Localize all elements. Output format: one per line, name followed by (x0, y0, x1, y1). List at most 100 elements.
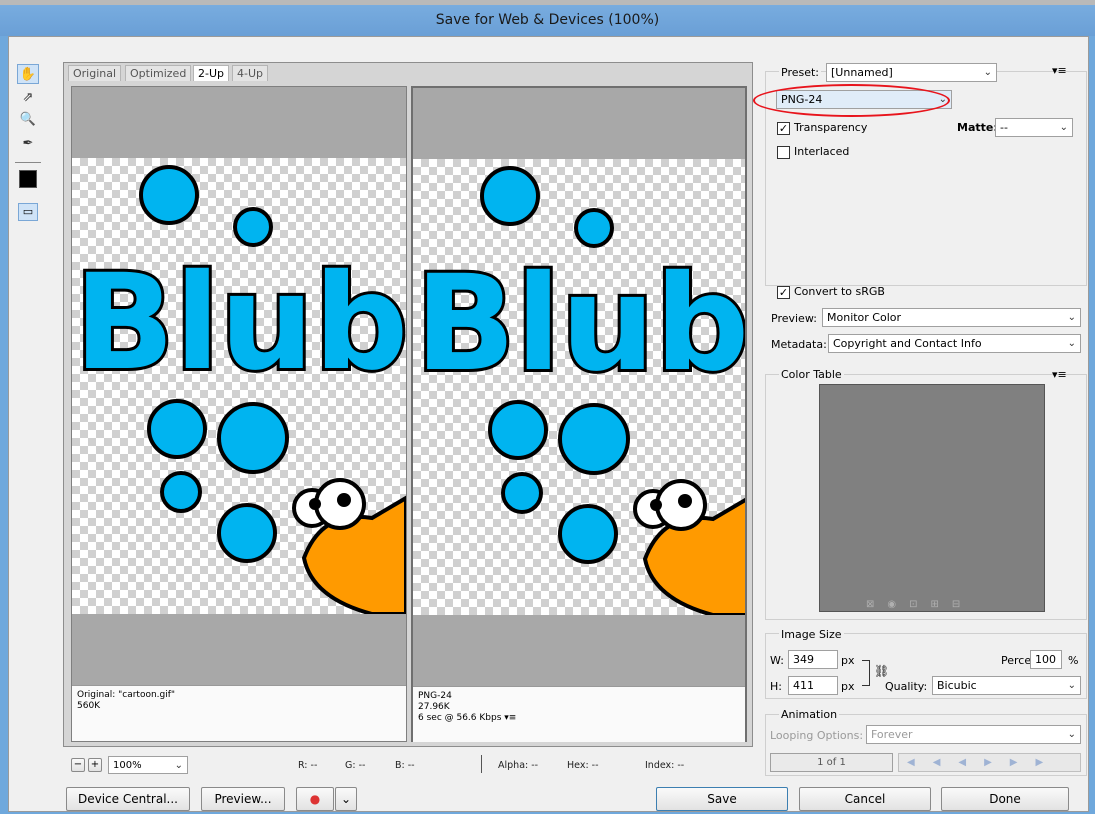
zoom-select[interactable]: 100% ⌄ (108, 756, 188, 774)
color-table (819, 384, 1045, 612)
original-filename: Original: "cartoon.gif" (77, 690, 176, 700)
blue-readout: B: -- (395, 760, 415, 771)
metadata-label: Metadata: (771, 338, 827, 351)
zoom-out-button[interactable]: − (71, 758, 85, 772)
tab-4-up[interactable]: 4-Up (232, 65, 269, 81)
looping-value: Forever (871, 728, 913, 741)
eyedropper-icon[interactable]: ✒ (17, 134, 39, 154)
original-info: Original: "cartoon.gif" 560K (72, 685, 406, 741)
width-unit: px (841, 654, 855, 667)
color-table-menu-icon[interactable]: ▾≡ (1052, 368, 1067, 381)
zoom-icon[interactable]: 🔍 (17, 110, 39, 130)
looping-select[interactable]: Forever ⌄ (866, 725, 1081, 744)
height-label: H: (770, 680, 782, 693)
convert-srgb-label: Convert to sRGB (794, 285, 885, 298)
optimized-format: PNG-24 (418, 691, 452, 701)
color-table-tool-icons[interactable]: ⊠◉⊡⊞⊟ (866, 599, 973, 610)
height-unit: px (841, 680, 855, 693)
preview-mode-label: Preview: (771, 312, 817, 325)
quality-select[interactable]: Bicubic ⌄ (932, 676, 1081, 695)
frame-counter: 1 of 1 (770, 753, 893, 772)
download-time: 6 sec @ 56.6 Kbps (418, 713, 502, 723)
preview-mode-select[interactable]: Monitor Color ⌄ (822, 308, 1081, 327)
cartoon-artwork: Blub (413, 166, 745, 615)
canvas-margin-bottom (413, 615, 745, 686)
browser-menu-chevron-icon[interactable]: ⌄ (335, 787, 357, 811)
original-preview-pane[interactable]: Blub Original: "cartoon.gif" 560K (71, 86, 407, 742)
constrain-bracket (862, 660, 870, 686)
optimized-preview-pane[interactable]: Blub PNG-24 27.96K 6 sec @ 56.6 Kbps ▾≡ (411, 86, 747, 742)
matte-select[interactable]: -- ⌄ (995, 118, 1073, 137)
canvas-margin-bottom (72, 614, 406, 685)
transparency-checkbox[interactable]: ✓ (777, 122, 790, 135)
optimized-size: 27.96K (418, 702, 450, 712)
preview-mode-value: Monitor Color (827, 311, 902, 324)
chevron-down-icon: ⌄ (1059, 122, 1068, 133)
status-divider (481, 755, 482, 773)
preset-select[interactable]: [Unnamed] ⌄ (826, 63, 997, 82)
preset-label: Preset: (779, 66, 822, 79)
metadata-select[interactable]: Copyright and Contact Info ⌄ (828, 334, 1081, 353)
tab-2-up[interactable]: 2-Up (193, 65, 230, 81)
width-label: W: (770, 654, 784, 667)
download-speed-menu-icon[interactable]: ▾≡ (504, 713, 516, 723)
save-button[interactable]: Save (656, 787, 788, 811)
matte-value: -- (1000, 121, 1008, 134)
tab-optimized[interactable]: Optimized (125, 65, 192, 81)
tool-divider (15, 162, 41, 163)
zoom-level: 100% (113, 760, 142, 771)
canvas-margin-top (72, 87, 406, 158)
highlight-ellipse (753, 84, 950, 117)
matte-label: Matte: (957, 121, 998, 134)
interlaced-label: Interlaced (794, 145, 850, 158)
preset-value: [Unnamed] (831, 66, 893, 79)
transparency-label: Transparency (794, 121, 868, 134)
toggle-slices-icon[interactable]: ▭ (18, 203, 38, 221)
quality-value: Bicubic (937, 679, 977, 692)
chevron-down-icon: ⌄ (1067, 312, 1076, 323)
tab-original[interactable]: Original (68, 65, 122, 81)
quality-label: Quality: (885, 680, 928, 693)
optimize-menu-icon[interactable]: ▾≡ (1052, 64, 1067, 77)
percent-input[interactable]: 100 (1030, 650, 1062, 669)
index-readout: Index: -- (645, 760, 685, 771)
browser-icon[interactable]: ● (296, 787, 334, 811)
color-table-label: Color Table (779, 368, 844, 381)
red-readout: R: -- (298, 760, 318, 771)
transparency-checkerboard: Blub (413, 159, 745, 615)
window-title: Save for Web & Devices (100%) (0, 5, 1095, 36)
optimized-info: PNG-24 27.96K 6 sec @ 56.6 Kbps ▾≡ (413, 686, 745, 742)
interlaced-checkbox[interactable] (777, 146, 790, 159)
animation-label: Animation (779, 708, 840, 721)
zoom-in-button[interactable]: + (88, 758, 102, 772)
width-input[interactable]: 349 (788, 650, 838, 669)
eyedropper-color-swatch[interactable] (19, 170, 37, 188)
chevron-down-icon: ⌄ (174, 760, 183, 771)
chevron-down-icon: ⌄ (1067, 729, 1076, 740)
device-central-button[interactable]: Device Central... (66, 787, 190, 811)
green-readout: G: -- (345, 760, 366, 771)
cartoon-artwork: Blub (72, 165, 406, 614)
link-icon[interactable]: ⛓ (874, 664, 889, 678)
chevron-down-icon: ⌄ (1067, 680, 1076, 691)
chevron-down-icon: ⌄ (1067, 338, 1076, 349)
preview-button[interactable]: Preview... (201, 787, 285, 811)
done-button[interactable]: Done (941, 787, 1069, 811)
hand-icon[interactable]: ✋ (17, 64, 39, 84)
image-size-label: Image Size (779, 628, 844, 641)
animation-playback-icons[interactable]: ◀◀◀▶▶▶ (898, 753, 1081, 772)
artwork-text: Blub (415, 247, 745, 401)
artwork-text: Blub (74, 246, 406, 400)
height-input[interactable]: 411 (788, 676, 838, 695)
looping-label: Looping Options: (770, 729, 864, 742)
alpha-readout: Alpha: -- (498, 760, 539, 771)
original-size: 560K (77, 701, 101, 711)
transparency-checkerboard: Blub (72, 158, 406, 614)
convert-srgb-checkbox[interactable]: ✓ (777, 286, 790, 299)
canvas-margin-top (413, 88, 745, 159)
cancel-button[interactable]: Cancel (799, 787, 931, 811)
slice-select-icon[interactable]: ⇗ (17, 88, 39, 108)
chevron-down-icon: ⌄ (983, 67, 992, 78)
metadata-value: Copyright and Contact Info (833, 337, 982, 350)
hex-readout: Hex: -- (567, 760, 599, 771)
